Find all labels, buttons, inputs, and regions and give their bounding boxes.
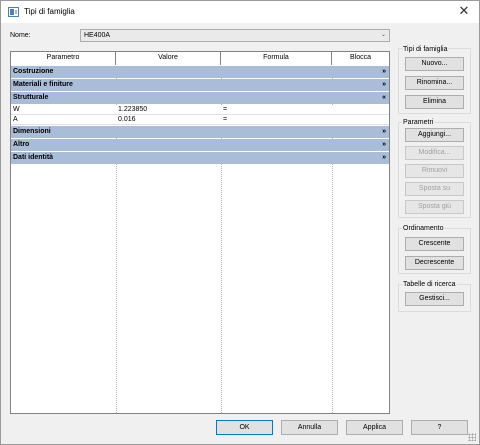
- group-label: Dati identità: [13, 154, 54, 161]
- expand-icon[interactable]: »: [382, 79, 386, 91]
- param-lock-cell[interactable]: [332, 115, 389, 124]
- param-formula-cell[interactable]: =: [221, 115, 332, 124]
- group-label: Strutturale: [13, 94, 49, 101]
- close-icon[interactable]: ✕: [457, 4, 471, 18]
- move-down-button[interactable]: Sposta giù: [405, 200, 464, 214]
- expand-icon[interactable]: »: [382, 139, 386, 151]
- delete-type-button[interactable]: Elimina: [405, 95, 464, 109]
- family-types-icon: [8, 7, 19, 17]
- expand-icon[interactable]: »: [382, 66, 386, 78]
- collapse-icon[interactable]: «: [382, 92, 386, 104]
- expand-icon[interactable]: »: [382, 126, 386, 138]
- apply-button[interactable]: Applica: [346, 420, 403, 435]
- sort-descending-button[interactable]: Decrescente: [405, 256, 464, 270]
- group-label: Altro: [13, 141, 30, 148]
- modify-parameter-button[interactable]: Modifica...: [405, 146, 464, 160]
- name-dropdown[interactable]: HE400A ⌄: [80, 29, 390, 42]
- move-up-button[interactable]: Sposta su: [405, 182, 464, 196]
- title-bar[interactable]: Tipi di famiglia ✕: [1, 1, 479, 23]
- grid-header: Parametro Valore Formula Blocca: [11, 52, 389, 65]
- param-name-cell: A: [13, 116, 18, 123]
- group-row-dimensioni[interactable]: Dimensioni »: [11, 126, 389, 138]
- lookup-tables-group-title: Tabelle di ricerca: [402, 281, 457, 288]
- cancel-button[interactable]: Annulla: [281, 420, 338, 435]
- family-types-group-title: Tipi di famiglia: [402, 46, 449, 53]
- group-row-strutturale[interactable]: Strutturale «: [11, 92, 389, 104]
- group-label: Costruzione: [13, 68, 54, 75]
- param-formula-cell[interactable]: =: [221, 105, 332, 114]
- resize-grip[interactable]: [468, 433, 476, 441]
- param-lock-cell[interactable]: [332, 105, 389, 114]
- grid-rows: Costruzione » Materiali e finiture » Str…: [11, 66, 389, 165]
- remove-parameter-button[interactable]: Rimuovi: [405, 164, 464, 178]
- group-row-altro[interactable]: Altro »: [11, 139, 389, 151]
- family-types-dialog: Tipi di famiglia ✕ Nome: HE400A ⌄ Parame…: [0, 0, 480, 445]
- group-row-costruzione[interactable]: Costruzione »: [11, 66, 389, 78]
- parameters-group-title: Parametri: [402, 119, 435, 126]
- sorting-group-title: Ordinamento: [402, 225, 445, 232]
- chevron-down-icon: ⌄: [380, 32, 386, 38]
- column-header-formula[interactable]: Formula: [221, 52, 332, 65]
- rename-type-button[interactable]: Rinomina...: [405, 76, 464, 90]
- column-header-blocca[interactable]: Blocca: [332, 52, 389, 65]
- manage-lookup-button[interactable]: Gestisci...: [405, 292, 464, 306]
- sort-ascending-button[interactable]: Crescente: [405, 237, 464, 251]
- column-header-parametro[interactable]: Parametro: [11, 52, 116, 65]
- param-value-cell[interactable]: 1.223850: [116, 105, 221, 114]
- window-title: Tipi di famiglia: [24, 7, 75, 16]
- help-button[interactable]: ?: [411, 420, 468, 435]
- table-row[interactable]: W 1.223850 =: [11, 105, 389, 115]
- group-label: Dimensioni: [13, 128, 51, 135]
- param-value-cell[interactable]: 0.016: [116, 115, 221, 124]
- group-row-dati-identita[interactable]: Dati identità »: [11, 152, 389, 164]
- name-dropdown-value: HE400A: [84, 32, 111, 39]
- table-row[interactable]: A 0.016 =: [11, 115, 389, 125]
- column-header-valore[interactable]: Valore: [116, 52, 221, 65]
- expand-icon[interactable]: »: [382, 152, 386, 164]
- new-type-button[interactable]: Nuovo...: [405, 57, 464, 71]
- group-row-materiali[interactable]: Materiali e finiture »: [11, 79, 389, 91]
- add-parameter-button[interactable]: Aggiungi...: [405, 128, 464, 142]
- param-name-cell: W: [13, 106, 20, 113]
- ok-button[interactable]: OK: [216, 420, 273, 435]
- parameters-grid: Parametro Valore Formula Blocca Costruzi…: [10, 51, 390, 414]
- name-label: Nome:: [10, 32, 31, 39]
- group-label: Materiali e finiture: [13, 81, 73, 88]
